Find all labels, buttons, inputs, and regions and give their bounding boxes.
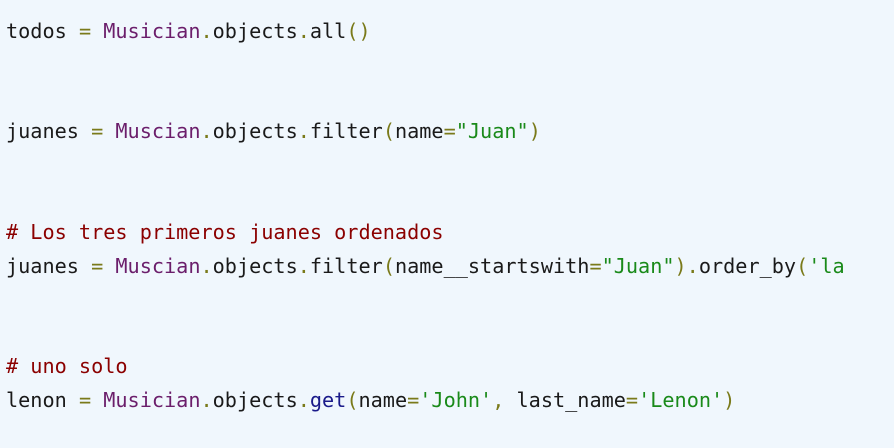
token-identifier <box>79 254 91 278</box>
token-identifier: name <box>358 388 408 412</box>
token-operator: = <box>78 19 92 43</box>
token-identifier <box>91 388 103 412</box>
token-string-literal: "Juan" <box>601 254 675 278</box>
token-operator: . <box>297 119 310 143</box>
token-identifier: lenon <box>6 388 67 412</box>
token-identifier: order_by <box>698 254 797 278</box>
token-identifier <box>103 254 115 278</box>
token-operator: = <box>589 254 602 278</box>
token-operator: ( <box>382 119 395 143</box>
token-identifier <box>91 19 103 43</box>
token-operator: = <box>91 254 104 278</box>
code-line-comment-tres: # Los tres primeros juanes ordenados <box>6 220 444 244</box>
token-identifier: name__startswith <box>394 254 590 278</box>
token-identifier <box>67 19 79 43</box>
token-operator: = <box>78 388 92 412</box>
token-operator: . <box>297 19 310 43</box>
code-line-comment-uno: # uno solo <box>6 354 128 378</box>
token-identifier: all <box>309 19 347 43</box>
token-class-name: Musician <box>103 388 201 412</box>
token-identifier <box>79 119 91 143</box>
token-operator: = <box>407 388 420 412</box>
token-operator: ). <box>674 254 699 278</box>
token-comment: # Los tres primeros juanes ordenados <box>6 220 444 244</box>
token-method-name: get <box>309 388 347 412</box>
token-identifier: last_name <box>516 388 626 412</box>
token-identifier: filter <box>309 119 383 143</box>
token-operator: . <box>297 254 310 278</box>
token-operator: . <box>200 19 213 43</box>
token-identifier <box>103 119 115 143</box>
token-operator: = <box>91 119 104 143</box>
token-operator: . <box>200 254 213 278</box>
token-identifier <box>504 388 516 412</box>
token-identifier: objects <box>212 119 298 143</box>
token-class-name: Muscian <box>115 119 201 143</box>
token-identifier <box>67 388 79 412</box>
token-operator: () <box>346 19 371 43</box>
token-string-literal: 'la <box>808 254 845 278</box>
token-operator: . <box>200 119 213 143</box>
code-line-juanes-filter: juanes = Muscian.objects.filter(name="Ju… <box>6 119 541 143</box>
token-identifier: objects <box>212 254 298 278</box>
token-identifier: objects <box>212 388 298 412</box>
code-line-juanes-ordered: juanes = Muscian.objects.filter(name__st… <box>6 254 845 278</box>
token-identifier: todos <box>6 19 67 43</box>
token-operator: ( <box>346 388 359 412</box>
token-identifier: objects <box>212 19 298 43</box>
code-line-todos: todos = Musician.objects.all() <box>6 19 371 43</box>
token-operator: ) <box>723 388 736 412</box>
token-identifier: juanes <box>6 254 79 278</box>
token-identifier: name <box>394 119 444 143</box>
token-operator: ) <box>528 119 541 143</box>
code-line-lenon-get: lenon = Musician.objects.get(name='John'… <box>6 388 735 412</box>
token-operator: ( <box>796 254 809 278</box>
token-class-name: Musician <box>103 19 201 43</box>
token-operator: . <box>297 388 310 412</box>
token-string-literal: 'Lenon' <box>638 388 724 412</box>
token-operator: , <box>492 388 505 412</box>
token-operator: = <box>443 119 456 143</box>
code-block: todos = Musician.objects.all() juanes = … <box>0 0 894 448</box>
token-operator: ( <box>382 254 395 278</box>
token-identifier: filter <box>309 254 383 278</box>
token-operator: = <box>625 388 639 412</box>
token-string-literal: "Juan" <box>455 119 529 143</box>
token-comment: # uno solo <box>6 354 128 378</box>
token-string-literal: 'John' <box>419 388 493 412</box>
token-identifier: juanes <box>6 119 79 143</box>
token-operator: . <box>200 388 213 412</box>
token-class-name: Muscian <box>115 254 201 278</box>
